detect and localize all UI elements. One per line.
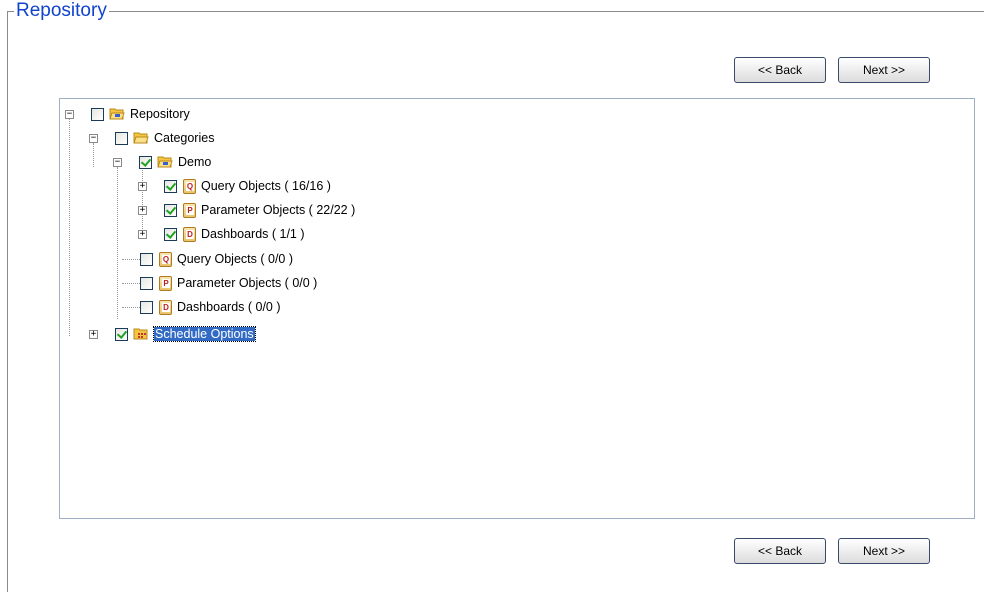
- next-button-top[interactable]: Next >>: [838, 57, 930, 83]
- tree-connector: [117, 167, 118, 319]
- schedule-options-checkbox[interactable]: [115, 327, 128, 341]
- tree-node-repository[interactable]: Repository: [91, 105, 190, 123]
- tree-connector: [122, 283, 142, 284]
- repository-tree: − Repository − Categories − Demo + Q Que…: [59, 98, 975, 519]
- tree-label: Parameter Objects ( 0/0 ): [177, 276, 318, 290]
- query-object-icon: Q: [159, 251, 172, 267]
- dashboards-checkbox[interactable]: [140, 300, 153, 314]
- tree-node-demo-dashboards[interactable]: D Dashboards ( 1/1 ): [164, 225, 305, 243]
- tree-label: Parameter Objects ( 22/22 ): [201, 203, 356, 217]
- tree-label: Dashboards ( 1/1 ): [201, 227, 305, 241]
- tree-connector: [122, 259, 142, 260]
- open-folder-icon: [157, 156, 173, 168]
- categories-checkbox[interactable]: [115, 131, 128, 145]
- demo-checkbox[interactable]: [139, 155, 152, 169]
- parameter-objects-checkbox[interactable]: [140, 276, 153, 290]
- section-title: Repository: [14, 0, 109, 22]
- folder-icon: [133, 132, 149, 144]
- tree-label: Dashboards ( 0/0 ): [177, 300, 281, 314]
- tree-node-query-objects[interactable]: Q Query Objects ( 0/0 ): [140, 250, 293, 268]
- tree-label: Demo: [178, 155, 212, 169]
- tree-connector: [142, 167, 143, 235]
- expand-toggle-icon[interactable]: +: [138, 206, 147, 215]
- collapse-toggle-icon[interactable]: −: [89, 134, 98, 143]
- query-objects-checkbox[interactable]: [140, 252, 153, 266]
- schedule-folder-icon: [133, 328, 148, 340]
- demo-parameter-objects-checkbox[interactable]: [164, 203, 177, 217]
- tree-connector: [93, 143, 94, 167]
- tree-node-parameter-objects[interactable]: P Parameter Objects ( 0/0 ): [140, 274, 317, 292]
- tree-label: Query Objects ( 16/16 ): [201, 179, 331, 193]
- tree-node-demo-parameter-objects[interactable]: P Parameter Objects ( 22/22 ): [164, 201, 355, 219]
- tree-node-demo[interactable]: Demo: [139, 153, 211, 171]
- expand-toggle-icon[interactable]: +: [138, 230, 147, 239]
- collapse-toggle-icon[interactable]: −: [65, 110, 74, 119]
- back-button-top[interactable]: << Back: [734, 57, 826, 83]
- open-folder-icon: [109, 108, 125, 120]
- demo-query-objects-checkbox[interactable]: [164, 179, 177, 193]
- parameter-object-icon: P: [183, 202, 196, 218]
- tree-node-demo-query-objects[interactable]: Q Query Objects ( 16/16 ): [164, 177, 331, 195]
- collapse-toggle-icon[interactable]: −: [113, 158, 122, 167]
- tree-node-schedule-options[interactable]: Schedule Options: [115, 325, 256, 343]
- query-object-icon: Q: [183, 178, 196, 194]
- repository-checkbox[interactable]: [91, 107, 104, 121]
- back-button-bottom[interactable]: << Back: [734, 538, 826, 564]
- expand-toggle-icon[interactable]: +: [89, 330, 98, 339]
- tree-label: Repository: [130, 107, 190, 121]
- tree-node-dashboards[interactable]: D Dashboards ( 0/0 ): [140, 298, 281, 316]
- demo-dashboards-checkbox[interactable]: [164, 227, 177, 241]
- tree-connector: [122, 307, 142, 308]
- tree-label: Query Objects ( 0/0 ): [177, 252, 294, 266]
- expand-toggle-icon[interactable]: +: [138, 182, 147, 191]
- tree-node-categories[interactable]: Categories: [115, 129, 214, 147]
- dashboard-icon: D: [183, 226, 196, 242]
- parameter-object-icon: P: [159, 275, 172, 291]
- dashboard-icon: D: [159, 299, 172, 315]
- tree-label: Categories: [154, 131, 215, 145]
- tree-connector: [69, 119, 70, 336]
- tree-label-selected: Schedule Options: [153, 326, 256, 342]
- next-button-bottom[interactable]: Next >>: [838, 538, 930, 564]
